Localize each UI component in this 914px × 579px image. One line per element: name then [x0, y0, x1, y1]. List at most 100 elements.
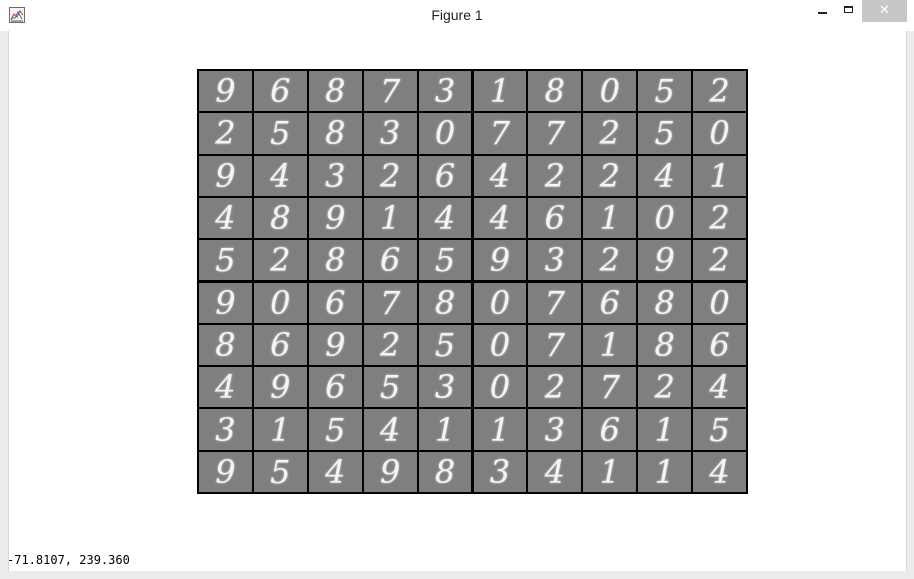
digit-cell: 2	[693, 197, 746, 239]
digit-glyph: 8	[544, 72, 566, 111]
digit-cell: 1	[583, 324, 637, 366]
digit-glyph: 5	[434, 241, 456, 280]
digit-cell: 5	[418, 324, 472, 366]
window-title: Figure 1	[431, 7, 483, 23]
digit-cell: 2	[363, 324, 417, 366]
digit-glyph: 8	[654, 283, 675, 322]
digit-glyph: 2	[709, 241, 730, 280]
digit-cell: 1	[473, 71, 527, 112]
digit-cell: 4	[418, 197, 472, 239]
digit-cell: 2	[693, 71, 746, 112]
digit-cell: 5	[418, 240, 472, 281]
digit-cell: 5	[638, 113, 692, 154]
digit-cell: 9	[199, 282, 252, 323]
digit-glyph: 8	[654, 325, 675, 364]
digit-glyph: 1	[599, 199, 620, 238]
digit-glyph: 3	[544, 410, 566, 449]
digit-glyph: 4	[379, 410, 401, 449]
digit-glyph: 8	[434, 283, 456, 322]
digit-glyph: 6	[599, 283, 620, 322]
digit-cell: 7	[583, 367, 637, 408]
digit-cell: 1	[638, 409, 692, 450]
digit-grid: 9687318052258307725094326422414891446102…	[197, 69, 748, 494]
digit-cell: 4	[363, 409, 417, 450]
digit-glyph: 9	[215, 283, 236, 322]
digit-cell: 8	[418, 282, 472, 323]
digit-cell: 7	[528, 282, 582, 323]
digit-glyph: 5	[325, 410, 346, 449]
digit-glyph: 2	[379, 325, 401, 364]
digit-cell: 2	[583, 113, 637, 154]
digit-cell: 2	[363, 155, 417, 196]
close-icon: ✕	[879, 3, 890, 18]
digit-cell: 1	[473, 409, 527, 450]
digit-glyph: 7	[489, 114, 511, 153]
digit-glyph: 3	[379, 114, 401, 153]
digit-glyph: 9	[325, 199, 346, 238]
digit-cell: 8	[418, 451, 472, 492]
digit-cell: 6	[253, 324, 307, 366]
digit-cell: 5	[253, 113, 307, 154]
close-button[interactable]: ✕	[862, 0, 907, 22]
digit-cell: 0	[253, 282, 307, 323]
digit-cell: 2	[693, 240, 746, 281]
digit-glyph: 1	[599, 452, 620, 491]
digit-cell: 0	[693, 282, 746, 323]
digit-cell: 5	[638, 71, 692, 112]
digit-glyph: 7	[544, 114, 566, 153]
digit-glyph: 9	[379, 452, 401, 491]
digit-cell: 9	[253, 367, 307, 408]
digit-cell: 7	[528, 113, 582, 154]
digit-cell: 2	[638, 367, 692, 408]
digit-cell: 9	[199, 155, 252, 196]
digit-cell: 1	[638, 451, 692, 492]
digit-glyph: 6	[270, 325, 291, 364]
digit-glyph: 7	[544, 283, 566, 322]
digit-glyph: 9	[215, 156, 236, 195]
digit-glyph: 1	[709, 156, 730, 195]
digit-cell: 0	[473, 367, 527, 408]
title-bar[interactable]: Figure 1 ✕	[0, 0, 914, 31]
digit-glyph: 0	[434, 114, 456, 153]
digit-cell: 9	[638, 240, 692, 281]
digit-cell: 8	[308, 71, 362, 112]
digit-cell: 1	[583, 451, 637, 492]
maximize-button[interactable]	[836, 0, 862, 22]
digit-cell: 8	[253, 197, 307, 239]
digit-glyph: 3	[325, 156, 346, 195]
digit-cell: 4	[693, 451, 746, 492]
digit-glyph: 2	[544, 368, 566, 407]
digit-cell: 6	[693, 324, 746, 366]
digit-glyph: 9	[654, 241, 675, 280]
digit-glyph: 2	[544, 156, 566, 195]
maximize-icon	[844, 6, 853, 13]
digit-cell: 2	[253, 240, 307, 281]
digit-cell: 1	[363, 197, 417, 239]
digit-glyph: 3	[215, 410, 236, 449]
digit-cell: 0	[473, 324, 527, 366]
digit-cell: 5	[199, 240, 252, 281]
digit-cell: 8	[308, 240, 362, 281]
digit-glyph: 7	[379, 72, 401, 111]
digit-glyph: 9	[215, 72, 236, 111]
digit-cell: 0	[583, 71, 637, 112]
digit-glyph: 9	[325, 325, 346, 364]
digit-glyph: 1	[489, 72, 511, 111]
digit-glyph: 4	[215, 368, 236, 407]
digit-glyph: 2	[215, 114, 236, 153]
digit-cell: 0	[693, 113, 746, 154]
digit-glyph: 3	[434, 368, 456, 407]
digit-glyph: 8	[434, 452, 456, 491]
minimize-button[interactable]	[808, 0, 836, 22]
minimize-icon	[818, 12, 827, 14]
digit-cell: 9	[363, 451, 417, 492]
digit-glyph: 0	[599, 72, 620, 111]
digit-glyph: 2	[654, 368, 675, 407]
digit-cell: 4	[638, 155, 692, 196]
digit-cell: 7	[363, 282, 417, 323]
digit-glyph: 2	[599, 114, 620, 153]
digit-glyph: 2	[709, 199, 730, 238]
digit-cell: 6	[363, 240, 417, 281]
digit-cell: 0	[418, 113, 472, 154]
digit-glyph: 0	[489, 283, 511, 322]
